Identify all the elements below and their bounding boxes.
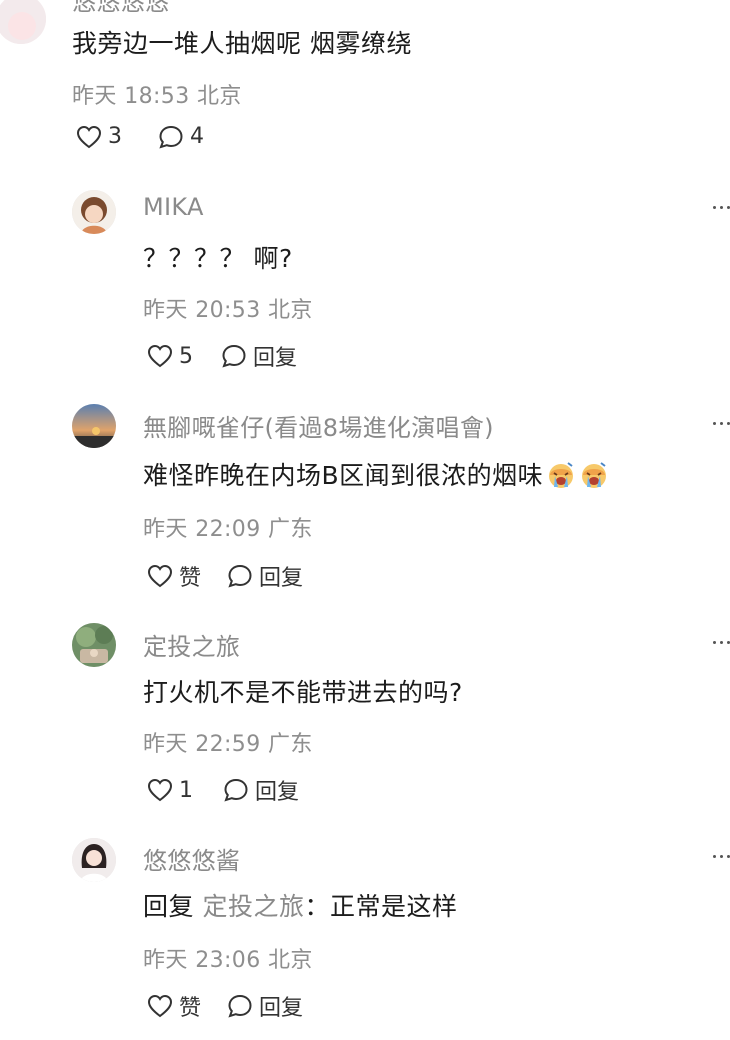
avatar[interactable] bbox=[0, 0, 46, 44]
timestamp: 昨天 22:59 bbox=[143, 732, 261, 757]
avatar[interactable] bbox=[72, 838, 116, 882]
comment-bubble-icon bbox=[224, 778, 248, 802]
comment-meta: 昨天 18:53 北京 bbox=[72, 78, 242, 110]
heart-icon bbox=[147, 778, 173, 802]
comment-bubble-icon bbox=[228, 564, 252, 588]
like-button[interactable]: 5 bbox=[147, 344, 193, 369]
comment-meta: 昨天 20:53 北京 bbox=[143, 292, 313, 324]
location: 广东 bbox=[268, 732, 313, 757]
like-label: 赞 bbox=[179, 566, 202, 591]
more-options-icon[interactable] bbox=[712, 851, 730, 861]
like-button[interactable]: 1 bbox=[147, 778, 193, 803]
comment-meta: 昨天 22:09 广东 bbox=[143, 511, 313, 543]
reply-label: 回复 bbox=[259, 996, 304, 1021]
crying-face-emoji bbox=[582, 462, 607, 488]
username[interactable]: MIKA bbox=[143, 193, 204, 221]
location: 北京 bbox=[268, 298, 313, 323]
reply-button[interactable]: 回复 bbox=[227, 560, 303, 592]
comment-text-body: 难怪昨晚在内场B区闻到很浓的烟味 bbox=[143, 461, 544, 490]
location: 北京 bbox=[268, 948, 313, 973]
heart-icon bbox=[147, 994, 173, 1018]
comment-actions: 赞 回复 bbox=[147, 560, 303, 592]
username[interactable]: 無腳嘅雀仔(看過8場進化演唱會) bbox=[143, 408, 494, 443]
comment-meta: 昨天 23:06 北京 bbox=[143, 942, 313, 974]
comment-actions: 5 回复 bbox=[147, 340, 297, 372]
like-count: 3 bbox=[108, 124, 122, 149]
reply-button[interactable]: 4 bbox=[158, 124, 204, 149]
heart-icon bbox=[147, 344, 173, 368]
like-label: 赞 bbox=[179, 996, 202, 1021]
like-button[interactable]: 赞 bbox=[147, 560, 201, 592]
timestamp: 昨天 18:53 bbox=[72, 84, 190, 109]
reply-label: 回复 bbox=[259, 566, 304, 591]
comment-meta: 昨天 22:59 广东 bbox=[143, 726, 313, 758]
comment-text-body: ：正常是这样 bbox=[304, 892, 458, 921]
like-count: 1 bbox=[179, 777, 193, 803]
more-options-icon[interactable] bbox=[712, 637, 730, 647]
reply-button[interactable]: 回复 bbox=[221, 340, 297, 372]
comment-bubble-icon bbox=[228, 994, 252, 1018]
comment-actions: 3 4 bbox=[76, 124, 204, 149]
username[interactable]: 悠悠悠酱 bbox=[143, 841, 240, 876]
heart-icon bbox=[147, 564, 173, 588]
comment-bubble-icon bbox=[159, 125, 183, 149]
comment-text: 我旁边一堆人抽烟呢 烟雾缭绕 bbox=[72, 29, 412, 58]
more-options-icon[interactable] bbox=[712, 202, 730, 212]
reply-label: 回复 bbox=[255, 780, 300, 805]
timestamp: 昨天 23:06 bbox=[143, 948, 261, 973]
more-options-icon[interactable] bbox=[712, 418, 730, 428]
heart-icon bbox=[76, 125, 102, 148]
timestamp: 昨天 20:53 bbox=[143, 298, 261, 323]
location: 北京 bbox=[197, 84, 242, 109]
like-count: 5 bbox=[179, 343, 193, 369]
crying-face-emoji bbox=[549, 462, 574, 488]
username[interactable]: 悠悠悠悠 bbox=[72, 0, 169, 17]
reply-button[interactable]: 回复 bbox=[223, 774, 299, 806]
avatar[interactable] bbox=[72, 623, 116, 667]
comment-text: 打火机不是不能带进去的吗? bbox=[143, 678, 463, 707]
avatar[interactable] bbox=[72, 404, 116, 448]
comment-actions: 1 回复 bbox=[147, 774, 299, 806]
like-button[interactable]: 赞 bbox=[147, 990, 201, 1022]
username[interactable]: 定投之旅 bbox=[143, 627, 240, 662]
reply-label: 回复 bbox=[253, 346, 298, 371]
reply-count: 4 bbox=[190, 124, 204, 149]
reply-prefix: 回复 bbox=[143, 892, 195, 921]
reply-button[interactable]: 回复 bbox=[227, 990, 303, 1022]
comment-text: 回复 定投之旅：正常是这样 bbox=[143, 887, 458, 923]
timestamp: 昨天 22:09 bbox=[143, 517, 261, 542]
reply-target-username[interactable]: 定投之旅 bbox=[202, 892, 304, 921]
like-button[interactable]: 3 bbox=[76, 124, 122, 149]
comment-actions: 赞 回复 bbox=[147, 990, 303, 1022]
comment-text: ？？？？ 啊? bbox=[143, 244, 293, 273]
location: 广东 bbox=[268, 517, 313, 542]
comment-bubble-icon bbox=[222, 344, 246, 368]
comment-text: 难怪昨晚在内场B区闻到很浓的烟味 bbox=[143, 456, 609, 492]
avatar[interactable] bbox=[72, 190, 116, 234]
